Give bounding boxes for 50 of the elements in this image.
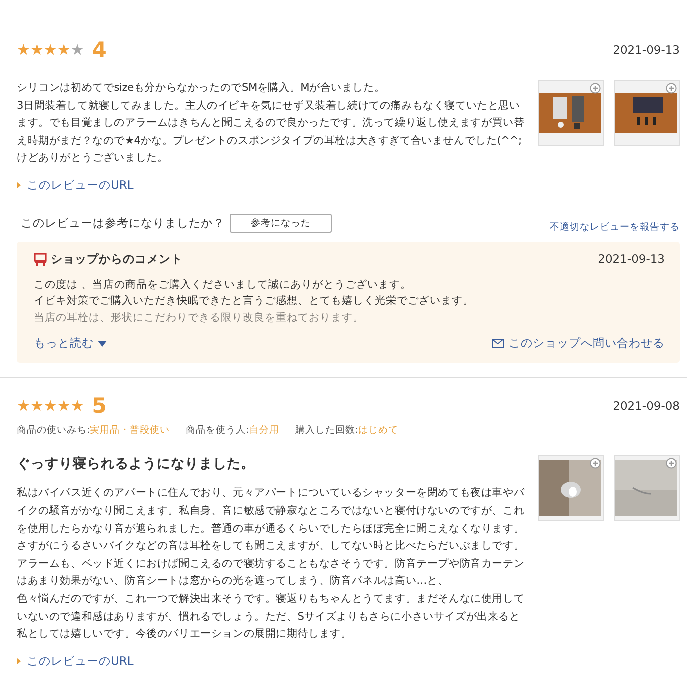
photo-thumbnail[interactable] bbox=[538, 455, 604, 522]
report-link[interactable]: 不適切なレビューを報告する bbox=[550, 220, 680, 234]
zoom-icon[interactable] bbox=[590, 83, 601, 94]
shop-icon bbox=[34, 252, 47, 266]
star-icon: ★ bbox=[30, 398, 44, 414]
shop-comment-title: ショップからのコメント bbox=[51, 252, 183, 267]
review-text: 色々悩んだのですが、これ一つで解決出来そうです。寝返りもちゃんとうてます。まだそんなに使用していないので違和感はありますが、慣れるでしょう。ただ、Sサイズよりもさらに小さいサイズが出来ると私としては嬉しいです。今後のバリエーションの展開に期待します。 bbox=[17, 592, 526, 642]
attribute-label: 商品を使う人: bbox=[186, 425, 250, 436]
read-more-link[interactable]: もっと読む bbox=[34, 336, 107, 352]
comment-date: 2021-09-13 bbox=[598, 252, 665, 266]
star-icon: ★ bbox=[57, 398, 71, 414]
caret-icon bbox=[98, 340, 107, 347]
rating-score: 5 bbox=[92, 394, 107, 418]
rating-score: 4 bbox=[92, 38, 107, 62]
review-text: シリコンは初めてでsizeも分からなかったのでSMを購入。Mが合いました。 bbox=[17, 81, 386, 96]
review-url-link[interactable]: このレビューのURL bbox=[17, 178, 134, 193]
attribute-value: 実用品・普段使い bbox=[90, 425, 170, 436]
star-icon: ★ bbox=[44, 398, 58, 414]
helpful-question: このレビューは参考になりましたか？ bbox=[21, 216, 225, 231]
zoom-icon[interactable] bbox=[666, 458, 677, 470]
comment-text: イビキ対策でご購入いただき快眠できたと言うご感想、とても嬉しく光栄でございます。 bbox=[34, 294, 475, 310]
photo-thumbnail[interactable] bbox=[614, 80, 680, 146]
star-icon: ★ bbox=[30, 42, 44, 58]
triangle-icon bbox=[17, 182, 21, 189]
review-title: ぐっすり寝られるようになりました。 bbox=[17, 455, 256, 474]
review-text: 3日間装着して就寝してみました。主人のイビキを気にせず又装着し続けての痛みもなく寝ていたと思います。でも目覚ましのアラームはきちんと聞こえるので良かったです。洗って繰り返し使えますが買い替え時期がまだ？なので★4かな。プレゼントのスポンジタイプの耳栓は大きすぎて合いませんでした(^^;けどありがとうございました。 bbox=[17, 98, 526, 166]
comment-text: 当店の耳栓は、形状にこだわりできる限り改良を重ねております。 bbox=[34, 310, 365, 326]
attribute-label: 商品の使いみち: bbox=[17, 425, 90, 436]
comment-text: この度は 、当店の商品をご購入くださいまして誠にありがとうございます。 bbox=[34, 278, 412, 293]
photo-thumbnail[interactable] bbox=[538, 80, 604, 146]
star-icon: ★ bbox=[70, 42, 84, 58]
attribute-value: 自分用 bbox=[249, 425, 280, 436]
star-icon: ★ bbox=[44, 42, 58, 58]
review-text: 私はバイパス近くのアパートに住んでおり、元々アパートについているシャッターを閉めても夜は車やバイクの騒音がかなり聞こえます。私自身、音に敏感で静寂なところではないと寝付けないのですが、これを使用したらかなり音が遮られました。普通の車が通るくらいでしたらほぼ完全に聞こえなくなります。さすがにうるさいバイクなどの音は耳栓をしても聞こえますが、してない時と比べたらだいぶましです。アラームも、ベッド近くにおけば聞こえるので寝坊することもなさそうです。防音テープや防音カーテンはあまり効果がない、防音シートは窓からの光を遮ってしまう、防音パネルは高い…と、 bbox=[17, 486, 526, 590]
attribute-value: はじめて bbox=[358, 425, 399, 436]
star-icon: ★ bbox=[70, 398, 84, 414]
mail-icon bbox=[492, 339, 504, 348]
zoom-icon[interactable] bbox=[666, 83, 677, 94]
star-icon: ★ bbox=[57, 42, 71, 58]
triangle-icon bbox=[17, 658, 21, 665]
attribute-label: 購入した回数: bbox=[295, 425, 359, 436]
review-url-link[interactable]: このレビューのURL bbox=[17, 654, 134, 669]
photo-thumbnail[interactable] bbox=[614, 455, 680, 522]
review-date: 2021-09-08 bbox=[613, 399, 680, 414]
review-date: 2021-09-13 bbox=[613, 43, 680, 57]
contact-shop-link[interactable]: このショップへ問い合わせる bbox=[492, 336, 665, 352]
helpful-button[interactable]: 参考になった bbox=[230, 214, 332, 233]
star-icon: ★ bbox=[17, 398, 30, 414]
zoom-icon[interactable] bbox=[590, 458, 601, 470]
star-icon: ★ bbox=[17, 42, 30, 58]
